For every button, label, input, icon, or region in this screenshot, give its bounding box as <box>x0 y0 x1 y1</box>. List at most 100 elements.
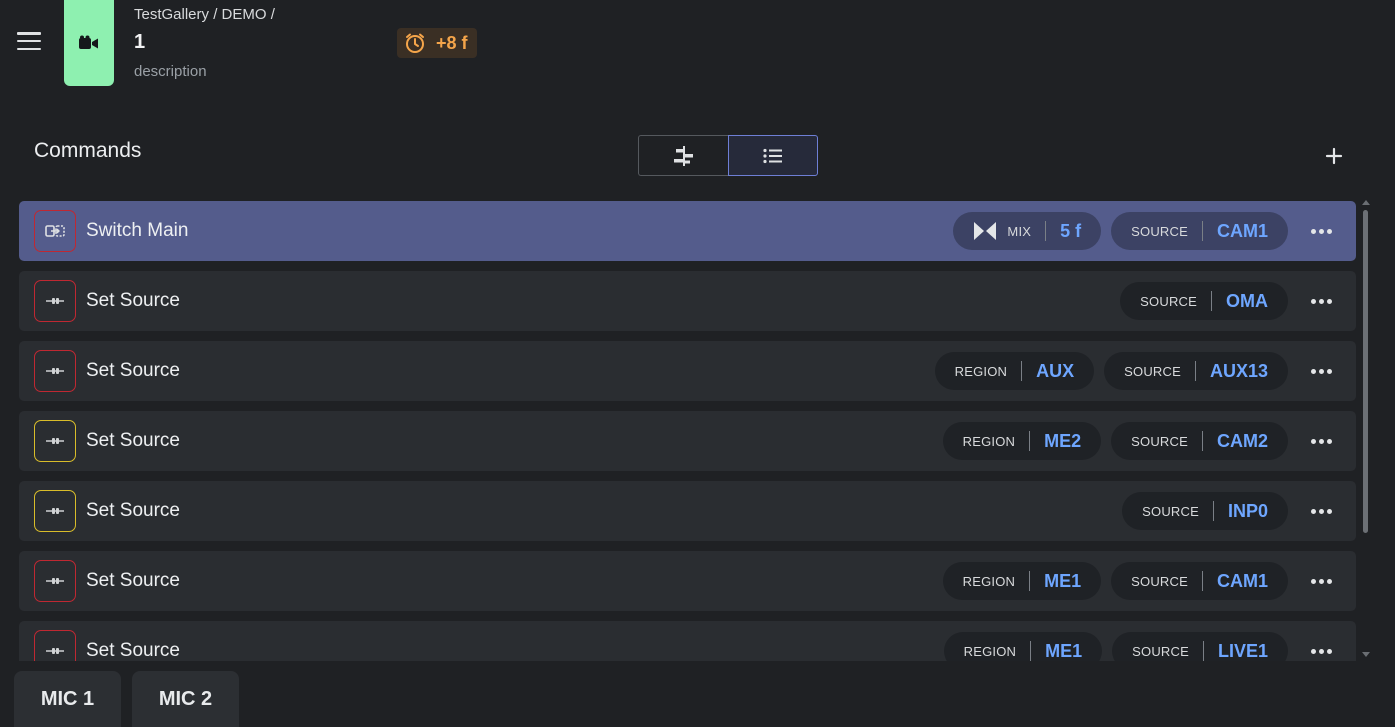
more-options-icon[interactable] <box>1308 508 1334 514</box>
page-title: 1 <box>134 31 146 53</box>
scroll-thumb[interactable] <box>1363 210 1368 533</box>
video-camera-tile <box>64 0 114 86</box>
param-chip-region[interactable]: REGION ME1 <box>943 632 1103 661</box>
param-value: CAM1 <box>1216 570 1268 591</box>
param-chip-source[interactable]: SOURCE CAM2 <box>1111 422 1288 460</box>
mix-transition-icon <box>973 221 997 241</box>
more-options-icon[interactable] <box>1308 578 1334 584</box>
command-list[interactable]: Switch Main MIX 5 f SOURCE CAM1 Set Source SOU… <box>19 201 1356 661</box>
param-chip-source[interactable]: SOURCE LIVE1 <box>1112 632 1288 661</box>
tab-mic-2[interactable]: MIC 2 <box>132 671 239 727</box>
param-divider <box>1029 431 1031 451</box>
command-row[interactable]: Switch Main MIX 5 f SOURCE CAM1 <box>19 201 1356 261</box>
param-label: SOURCE <box>1131 573 1188 589</box>
page-description: description <box>134 63 207 80</box>
more-options-icon[interactable] <box>1308 438 1334 444</box>
more-options-icon[interactable] <box>1308 648 1334 654</box>
section-title: Commands <box>34 139 142 162</box>
param-chip-source[interactable]: SOURCE INP0 <box>1122 492 1288 530</box>
param-label: MIX <box>1007 223 1032 239</box>
set-source-connector-icon <box>34 490 76 532</box>
command-params: SOURCE OMA <box>1120 282 1288 320</box>
param-value: AUX <box>1036 360 1075 381</box>
param-divider <box>1194 361 1196 381</box>
param-label: SOURCE <box>1131 433 1188 449</box>
param-chip-source[interactable]: SOURCE AUX13 <box>1104 352 1288 390</box>
timer-offset-badge: +8 f <box>397 28 477 58</box>
param-value: AUX13 <box>1209 360 1268 381</box>
command-row[interactable]: Set Source REGION ME2 SOURCE CAM2 <box>19 411 1356 471</box>
command-row[interactable]: Set Source SOURCE INP0 <box>19 481 1356 541</box>
command-row[interactable]: Set Source REGION AUX SOURCE AUX13 <box>19 341 1356 401</box>
command-name: Set Source <box>86 360 180 381</box>
more-options-icon[interactable] <box>1308 298 1334 304</box>
timeline-view-button[interactable] <box>638 135 728 176</box>
param-label: SOURCE <box>1142 503 1199 519</box>
param-value: CAM1 <box>1216 220 1268 241</box>
command-params: SOURCE INP0 <box>1122 492 1288 530</box>
scroll-down-arrow-icon[interactable] <box>1362 652 1370 657</box>
set-source-connector-icon <box>34 630 76 661</box>
param-divider <box>1211 291 1212 311</box>
param-divider <box>1045 221 1047 241</box>
set-source-connector-icon <box>34 560 76 602</box>
param-value: ME1 <box>1045 640 1083 661</box>
param-chip-source[interactable]: SOURCE OMA <box>1120 282 1288 320</box>
add-command-button[interactable] <box>1322 144 1346 168</box>
list-icon <box>763 148 782 163</box>
more-options-icon[interactable] <box>1308 228 1334 234</box>
breadcrumb[interactable]: TestGallery / DEMO / <box>134 6 275 23</box>
param-label: REGION <box>954 363 1008 379</box>
param-label: REGION <box>963 643 1017 659</box>
param-chip-region[interactable]: REGION ME2 <box>942 422 1102 460</box>
command-name: Set Source <box>86 640 180 661</box>
param-chip-source[interactable]: SOURCE CAM1 <box>1111 212 1288 250</box>
param-chip-mix[interactable]: MIX 5 f <box>953 212 1102 250</box>
command-params: REGION AUX SOURCE AUX13 <box>934 352 1288 390</box>
switch-main-icon <box>34 210 76 252</box>
command-params: REGION ME2 SOURCE CAM2 <box>942 422 1288 460</box>
command-row[interactable]: Set Source REGION ME1 SOURCE LIVE1 <box>19 621 1356 661</box>
command-params: REGION ME1 SOURCE LIVE1 <box>943 632 1288 661</box>
param-divider <box>1201 431 1203 451</box>
param-divider <box>1201 221 1203 241</box>
param-divider <box>1021 361 1023 381</box>
command-name: Switch Main <box>86 220 189 241</box>
command-name: Set Source <box>86 290 180 311</box>
command-name: Set Source <box>86 570 180 591</box>
command-row[interactable]: Set Source SOURCE OMA <box>19 271 1356 331</box>
param-value: OMA <box>1226 290 1268 311</box>
param-chip-region[interactable]: REGION ME1 <box>942 562 1102 600</box>
list-view-button[interactable] <box>728 135 818 176</box>
param-label: REGION <box>962 433 1016 449</box>
param-label: REGION <box>962 573 1016 589</box>
timeline-icon <box>673 145 693 166</box>
param-label: SOURCE <box>1131 223 1188 239</box>
param-divider <box>1202 641 1204 661</box>
param-value: ME1 <box>1044 570 1082 591</box>
param-value: INP0 <box>1227 500 1268 521</box>
plus-icon <box>1325 147 1343 165</box>
param-value: 5 f <box>1060 220 1082 241</box>
set-source-connector-icon <box>34 350 76 392</box>
set-source-connector-icon <box>34 280 76 322</box>
command-params: MIX 5 f SOURCE CAM1 <box>953 212 1288 250</box>
param-label: SOURCE <box>1140 293 1197 309</box>
hamburger-menu-icon[interactable] <box>16 28 42 54</box>
param-chip-region[interactable]: REGION AUX <box>934 352 1095 390</box>
scroll-up-arrow-icon[interactable] <box>1362 200 1370 205</box>
more-options-icon[interactable] <box>1308 368 1334 374</box>
command-row[interactable]: Set Source REGION ME1 SOURCE CAM1 <box>19 551 1356 611</box>
set-source-connector-icon <box>34 420 76 462</box>
param-value: CAM2 <box>1216 430 1268 451</box>
param-divider <box>1201 571 1203 591</box>
video-camera-icon <box>79 35 98 49</box>
param-divider <box>1030 641 1032 661</box>
param-label: SOURCE <box>1132 643 1189 659</box>
param-label: SOURCE <box>1124 363 1181 379</box>
param-chip-source[interactable]: SOURCE CAM1 <box>1111 562 1288 600</box>
tab-mic-1[interactable]: MIC 1 <box>14 671 121 727</box>
bottom-tab-bar: MIC 1 MIC 2 <box>0 661 1395 727</box>
list-scrollbar[interactable] <box>1361 200 1371 660</box>
timer-offset-value: +8 f <box>436 32 468 53</box>
